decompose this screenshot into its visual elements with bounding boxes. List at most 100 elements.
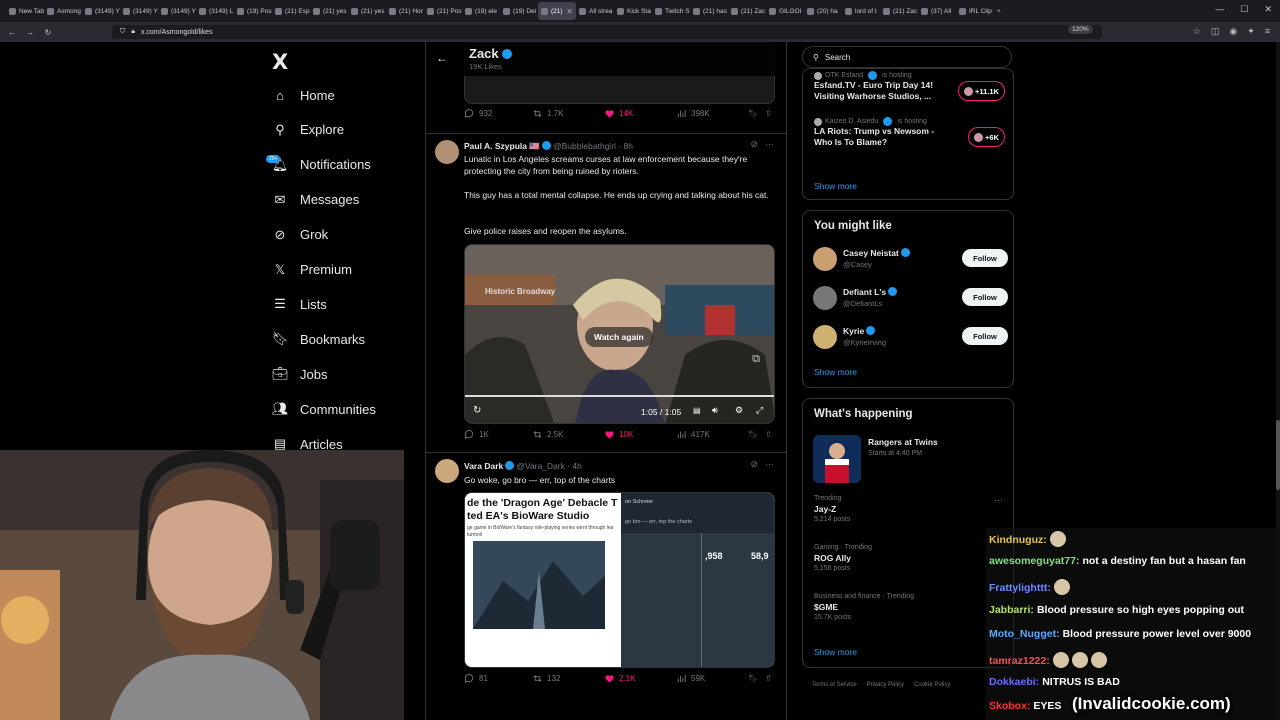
views-button[interactable]: 417K — [676, 429, 710, 440]
sidebar-item-lists[interactable]: ☰ Lists — [272, 291, 327, 317]
suggestion-name[interactable]: Kyrie — [843, 326, 877, 336]
share-icon[interactable]: ⇧ — [765, 430, 772, 439]
maximize-icon[interactable]: ☐ — [1240, 4, 1248, 15]
sidebar-item-communities[interactable]: 👥︎ Communities — [272, 396, 376, 422]
follow-button[interactable]: Follow — [962, 327, 1008, 345]
space-item[interactable]: Kaizen D. Asiedu is hosting LA Riots: Trum… — [814, 117, 1009, 148]
grok-icon[interactable]: ⊘ — [750, 139, 758, 150]
search-input[interactable]: ⚲ Search — [802, 46, 1012, 68]
browser-tab[interactable]: Kick Sta — [614, 2, 652, 20]
author-handle[interactable]: @Vara_Dark · 4h — [516, 461, 582, 471]
x-logo[interactable]: X — [272, 50, 288, 74]
browser-tab[interactable]: (21) Zac — [880, 2, 918, 20]
trend-item[interactable]: Business and finance · Trending $GME 15.7K… — [814, 593, 1004, 621]
sidebar-item-jobs[interactable]: 💼︎ Jobs — [272, 361, 328, 387]
browser-tab[interactable]: lord of t — [842, 2, 880, 20]
follow-button[interactable]: Follow — [962, 249, 1008, 267]
bookmark-star-icon[interactable]: ☆ — [1193, 26, 1201, 37]
more-icon[interactable]: ··· — [765, 139, 774, 149]
footer-link[interactable]: Cookie Policy — [914, 682, 950, 688]
chat-username[interactable]: Moto_Nugget: — [989, 628, 1060, 640]
browser-tab[interactable]: (37) All — [918, 2, 956, 20]
chat-username[interactable]: Jabbarri: — [989, 604, 1034, 616]
browser-tab[interactable]: (21) Pos — [424, 2, 462, 20]
browser-tab[interactable]: GILGOI — [766, 2, 804, 20]
bookmark-icon[interactable]: 🔖︎ — [748, 430, 758, 439]
chat-username[interactable]: Skobox: — [989, 700, 1030, 712]
chat-username[interactable]: Kindnuguz: — [989, 534, 1047, 546]
views-button[interactable]: 59K — [676, 673, 705, 684]
browser-tab[interactable]: (21) ✕ — [538, 2, 576, 20]
browser-tab[interactable]: (20) ha — [804, 2, 842, 20]
more-icon[interactable]: ··· — [765, 459, 774, 469]
zoom-level[interactable]: 120% — [1068, 25, 1093, 34]
browser-tab[interactable]: (21) has — [690, 2, 728, 20]
sidebar-item-bookmarks[interactable]: 🔖︎ Bookmarks — [272, 326, 365, 352]
suggestion-item[interactable]: Defiant L's @DefiantLs Follow — [813, 284, 1008, 312]
browser-tab[interactable]: (3149) Y — [120, 2, 158, 20]
repost-button[interactable]: 132 — [532, 673, 560, 684]
browser-tab[interactable]: IRL Clip — [956, 2, 994, 20]
like-button[interactable]: 14K — [604, 108, 633, 119]
post-image[interactable]: de the 'Dragon Age' Debacle T ted EA's B… — [464, 492, 775, 668]
avatar[interactable] — [813, 325, 837, 349]
suggestion-item[interactable]: Kyrie @KyrieIrving Follow — [813, 323, 1008, 351]
sidebar-item-explore[interactable]: ⚲ Explore — [272, 117, 344, 143]
show-more-link[interactable]: Show more — [814, 181, 857, 191]
browser-tab[interactable]: (19) ele — [462, 2, 500, 20]
settings-icon[interactable]: ⚙ — [735, 405, 743, 416]
video-player[interactable]: Historic Broadway Watch again ⧉ ↻ 1:05 /… — [464, 244, 775, 424]
share-icon[interactable]: ⇧ — [765, 674, 772, 683]
watch-again-button[interactable]: Watch again — [585, 327, 653, 347]
forward-icon[interactable]: → — [24, 28, 36, 37]
trend-item[interactable]: Gaming · Trending ROG Ally 5,156 posts — [814, 544, 1004, 572]
video-progress[interactable] — [465, 395, 774, 397]
browser-tab[interactable]: (21) yes — [348, 2, 386, 20]
space-listeners-button[interactable]: +11.1K — [958, 81, 1005, 101]
author-name[interactable]: Vara Dark — [464, 461, 503, 471]
space-listeners-button[interactable]: +6K — [968, 127, 1005, 147]
browser-tab[interactable]: Asmong — [44, 2, 82, 20]
minimize-icon[interactable]: — — [1215, 4, 1224, 15]
footer-link[interactable]: Terms of Service — [812, 682, 857, 688]
picture-in-picture-icon[interactable]: ⧉ — [752, 353, 760, 366]
address-field[interactable]: ⛉ 🔒︎ x.com/Asmongold/likes — [112, 25, 1102, 39]
browser-tab[interactable]: New Tab — [6, 2, 44, 20]
extension-icon[interactable]: ✦ — [1247, 26, 1255, 37]
chat-username[interactable]: tamraz1222: — [989, 655, 1050, 667]
volume-icon[interactable]: 🔊︎ — [712, 405, 718, 416]
browser-tab[interactable]: (3149) L — [196, 2, 234, 20]
chat-username[interactable]: Dokkaebi: — [989, 676, 1039, 688]
browser-tab[interactable]: Twitch S — [652, 2, 690, 20]
like-button[interactable]: 10K — [604, 429, 633, 440]
browser-tab[interactable]: (21) Zac — [728, 2, 766, 20]
reload-icon[interactable]: ↻ — [42, 28, 54, 37]
browser-tab[interactable]: All strea — [576, 2, 614, 20]
browser-tab[interactable]: (21) yes — [310, 2, 348, 20]
footer-link[interactable]: Privacy Policy — [867, 682, 904, 688]
avatar[interactable] — [813, 286, 837, 310]
captions-icon[interactable]: ▤ — [693, 406, 701, 415]
scrollbar-thumb[interactable] — [1276, 420, 1280, 490]
browser-tab[interactable]: (3149) Y — [82, 2, 120, 20]
avatar[interactable] — [435, 140, 459, 164]
follow-button[interactable]: Follow — [962, 288, 1008, 306]
bookmark-icon[interactable]: 🔖︎ — [748, 109, 758, 118]
grok-icon[interactable]: ⊘ — [750, 459, 758, 470]
fullscreen-icon[interactable]: ⤢ — [756, 405, 763, 416]
browser-tab[interactable]: (3149) Y — [158, 2, 196, 20]
author-name[interactable]: Paul A. Szypula 🇺🇸 — [464, 141, 540, 151]
back-arrow-icon[interactable]: ← — [436, 51, 448, 65]
sidebar-item-messages[interactable]: ✉ Messages — [272, 187, 360, 213]
sidebar-item-home[interactable]: ⌂ Home — [272, 82, 335, 108]
like-button[interactable]: 2.1K — [604, 673, 635, 684]
pocket-icon[interactable]: ◫ — [1211, 26, 1220, 37]
event-title[interactable]: Rangers at Twins — [868, 437, 938, 447]
views-button[interactable]: 398K — [676, 108, 710, 119]
suggestion-name[interactable]: Defiant L's — [843, 287, 899, 297]
scrollbar-track[interactable] — [1276, 42, 1280, 720]
chat-username[interactable]: Frattylighttt: — [989, 582, 1051, 594]
event-image[interactable] — [813, 435, 861, 483]
suggestion-item[interactable]: Casey Neistat @Casey Follow — [813, 245, 1008, 273]
browser-tab[interactable]: (21) Esp — [272, 2, 310, 20]
